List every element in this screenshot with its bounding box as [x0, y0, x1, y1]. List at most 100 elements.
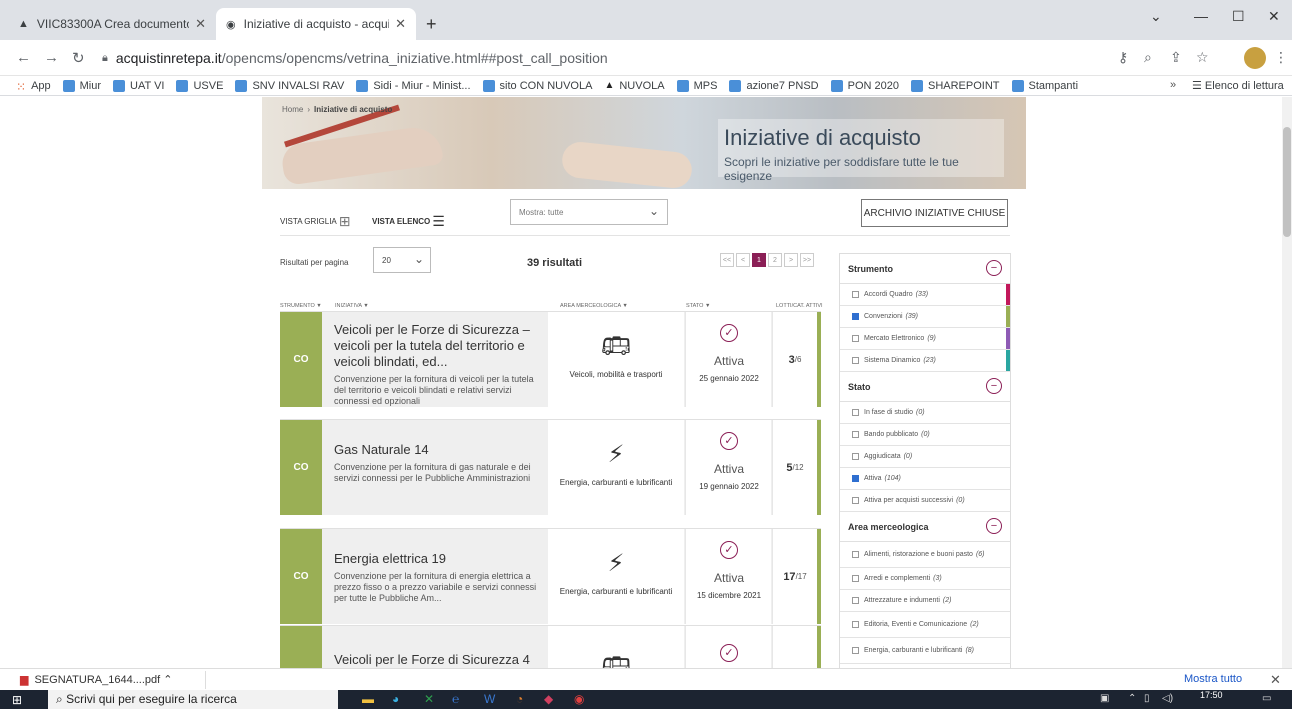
checkbox[interactable] [852, 621, 859, 628]
filter-option[interactable]: Sistema Dinamico (23) [840, 350, 1010, 372]
filter-option[interactable]: Editoria, Eventi e Comunicazione (2) [840, 612, 1010, 638]
bookmark-item[interactable]: Sidi - Miur - Minist... [356, 79, 471, 92]
bookmark-item[interactable]: azione7 PNSD [729, 79, 819, 92]
more-bookmarks-button[interactable]: » [1170, 79, 1176, 91]
grid-view-button[interactable]: VISTA GRIGLIA ⊞ [280, 213, 351, 230]
filter-option[interactable]: Energia, carburanti e lubrificanti (8) [840, 638, 1010, 664]
close-window-button[interactable]: ✕ [1268, 8, 1280, 25]
windows-start-icon[interactable]: ⊞ [12, 693, 22, 707]
collapse-icon[interactable]: − [986, 260, 1002, 276]
forward-icon[interactable]: → [44, 49, 59, 66]
reading-list-button[interactable]: ☰ Elenco di lettura [1192, 79, 1284, 92]
collapse-icon[interactable]: − [986, 518, 1002, 534]
page-button[interactable]: >> [800, 253, 814, 267]
paint-icon[interactable]: ◆ [544, 692, 553, 706]
show-all-downloads-link[interactable]: Mostra tutto [1184, 673, 1242, 685]
key-icon[interactable]: ⚷ [1118, 49, 1128, 66]
excel-icon[interactable]: ✕ [424, 692, 434, 706]
filter-option[interactable]: Arredi e complementi (3) [840, 568, 1010, 590]
checkbox[interactable] [852, 647, 859, 654]
notification-icon[interactable]: ▭ [1262, 693, 1271, 704]
filter-option[interactable]: Attiva (104) [840, 468, 1010, 490]
chrome-icon[interactable]: ◉ [574, 692, 584, 706]
share-icon[interactable]: ⇪ [1170, 49, 1182, 66]
filter-option[interactable]: Bando pubblicato (0) [840, 424, 1010, 446]
bookmark-item[interactable]: ▲ NUVOLA [604, 80, 664, 92]
download-item[interactable]: ▆ SEGNATURA_1644....pdf ⌃ [20, 673, 173, 686]
checkbox[interactable] [852, 291, 859, 298]
col-head-area[interactable]: AREA MERCEOLOGICA ▼ [560, 303, 628, 309]
file-explorer-icon[interactable]: ▬ [362, 692, 374, 706]
bookmark-item[interactable]: Stampanti [1011, 79, 1078, 92]
bookmark-item[interactable]: USVE [176, 79, 223, 92]
checkbox[interactable] [852, 575, 859, 582]
checkbox[interactable] [852, 431, 859, 438]
back-icon[interactable]: ← [16, 49, 31, 66]
checkbox[interactable] [852, 597, 859, 604]
url-field[interactable]: 🔒︎ acquistinretepa.it /opencms/opencms/v… [102, 45, 1102, 71]
filter-option[interactable]: Attiva per acquisti successivi (0) [840, 490, 1010, 512]
per-page-select[interactable]: 20 ⌄ [373, 247, 431, 273]
chevron-up-icon[interactable]: ⌃ [163, 674, 172, 686]
list-view-button[interactable]: VISTA ELENCO ☰ [372, 213, 445, 230]
page-button[interactable]: > [784, 253, 798, 267]
page-button[interactable]: 1 [752, 253, 766, 267]
page-button[interactable]: 2 [768, 253, 782, 267]
avatar[interactable] [1244, 47, 1266, 69]
table-row[interactable]: CO Gas Naturale 14 Convenzione per la forn… [280, 419, 821, 515]
scrollbar-thumb[interactable] [1283, 127, 1291, 237]
page-button[interactable]: << [720, 253, 734, 267]
news-widget-icon[interactable]: ▣ [1100, 693, 1109, 704]
clock[interactable]: 17:50 [1200, 690, 1223, 700]
bookmark-item[interactable]: MPS [676, 79, 717, 92]
filter-option[interactable]: Attrezzature e indumenti (2) [840, 590, 1010, 612]
minimize-button[interactable]: — [1194, 8, 1208, 24]
reload-icon[interactable]: ↻ [72, 49, 85, 67]
new-tab-button[interactable]: + [426, 14, 437, 35]
firefox-icon[interactable]: ◔ [516, 692, 523, 706]
checkbox[interactable] [852, 335, 859, 342]
bookmark-item[interactable]: PON 2020 [830, 79, 899, 92]
initiative-title[interactable]: Veicoli per le Forze di Sicurezza 4 [334, 652, 546, 668]
filter-option[interactable]: Convenzioni (39) [840, 306, 1010, 328]
filter-option[interactable]: Mercato Elettronico (9) [840, 328, 1010, 350]
col-head-state[interactable]: STATO ▼ [686, 303, 710, 309]
table-row[interactable]: CO Veicoli per le Forze di Sicurezza – ve… [280, 311, 821, 407]
checkbox[interactable] [852, 453, 859, 460]
filter-option[interactable]: Alimenti, ristorazione e buoni pasto (6) [840, 542, 1010, 568]
checkbox[interactable] [852, 357, 859, 364]
initiative-title[interactable]: Gas Naturale 14 [334, 442, 546, 458]
checkbox[interactable] [852, 313, 859, 320]
table-row[interactable]: Veicoli per le Forze di Sicurezza 4 🚌︎ ✓ [280, 625, 821, 668]
word-icon[interactable]: W [484, 692, 495, 706]
tab-search-icon[interactable]: ⌄ [1150, 8, 1162, 25]
show-filter-select[interactable]: Mostra: tutte ⌄ [510, 199, 668, 225]
bookmark-item[interactable]: sito CON NUVOLA [482, 79, 592, 92]
close-tab-icon[interactable]: ✕ [395, 16, 406, 32]
tab-iniziative[interactable]: ◉ Iniziative di acquisto - acquistinre ✕ [216, 8, 416, 40]
filter-option[interactable]: In fase di studio (0) [840, 402, 1010, 424]
breadcrumb-home[interactable]: Home [282, 105, 303, 114]
tab-drive-document[interactable]: ▲ VIIC83300A Crea documento ✕ [8, 8, 216, 40]
bookmark-item[interactable]: UAT VI [113, 79, 164, 92]
volume-icon[interactable]: ◁) [1162, 693, 1173, 704]
checkbox[interactable] [852, 409, 859, 416]
bookmark-item[interactable]: SNV INVALSI RAV [235, 79, 344, 92]
initiative-title[interactable]: Energia elettrica 19 [334, 551, 546, 567]
collapse-icon[interactable]: − [986, 378, 1002, 394]
col-head-tool[interactable]: STRUMENTO ▼ [280, 303, 322, 309]
page-scrollbar[interactable] [1282, 97, 1292, 668]
filter-option[interactable]: Accordi Quadro (33) [840, 284, 1010, 306]
bookmark-item[interactable]: Miur [62, 79, 101, 92]
edge-icon[interactable]: ◕ [392, 692, 399, 706]
checkbox[interactable] [852, 497, 859, 504]
col-head-initiative[interactable]: INIZIATIVA ▼ [335, 303, 369, 309]
bookmark-item[interactable]: ⁙ App [16, 80, 51, 94]
ie-icon[interactable]: ℮ [452, 692, 459, 706]
checkbox[interactable] [852, 551, 859, 558]
tray-chevron-icon[interactable]: ⌃ [1128, 693, 1136, 704]
maximize-button[interactable]: ☐ [1232, 8, 1245, 25]
bookmark-star-icon[interactable]: ☆ [1196, 49, 1209, 66]
close-download-bar-icon[interactable]: ✕ [1270, 672, 1281, 688]
page-button[interactable]: < [736, 253, 750, 267]
